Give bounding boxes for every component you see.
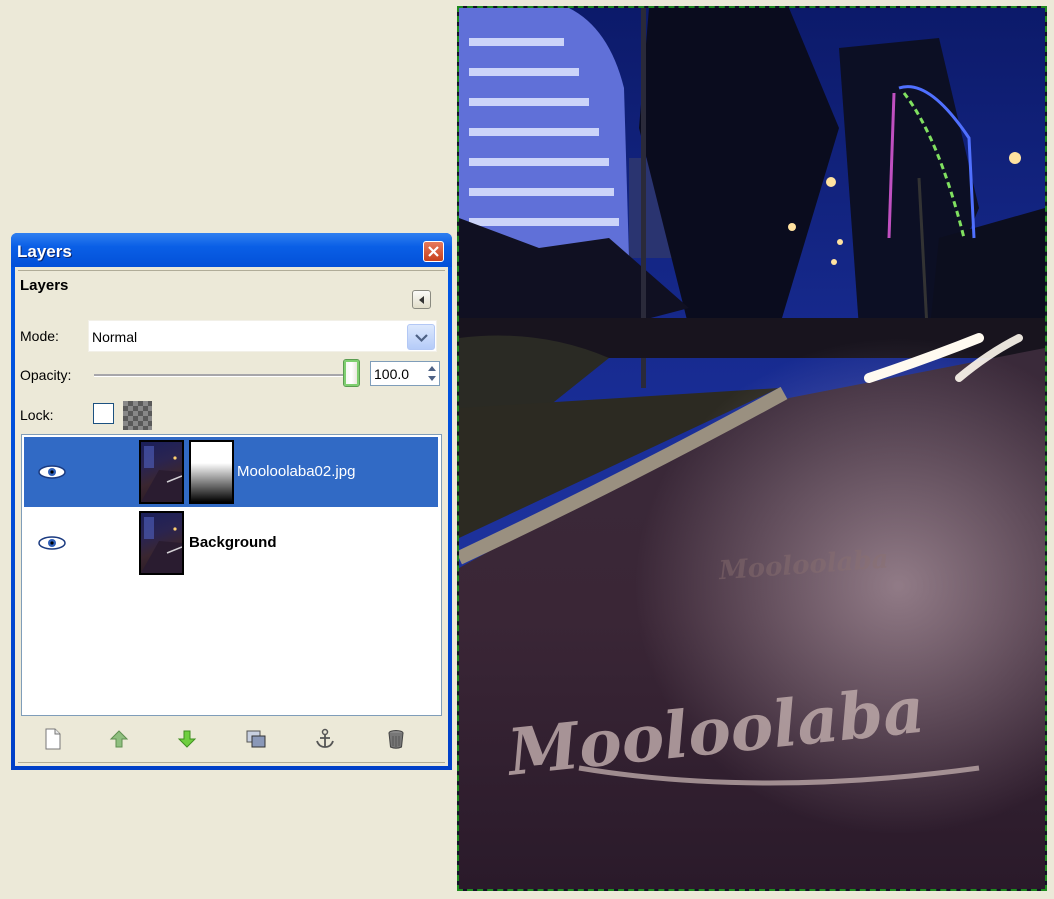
opacity-value: 100.0 <box>374 366 410 382</box>
panel-header: Layers <box>20 277 69 294</box>
new-layer-button[interactable] <box>39 725 67 753</box>
lock-pixels-checkbox[interactable] <box>93 403 114 424</box>
triangle-left-icon <box>419 296 424 304</box>
image-canvas[interactable]: Mooloolaba Mooloolaba <box>457 6 1047 891</box>
opacity-slider-track[interactable] <box>94 374 356 377</box>
anchor-icon <box>316 728 334 748</box>
duplicate-layer-button[interactable] <box>242 725 270 753</box>
layers-dialog: Layers Layers Mode: Normal Opacity: 100.… <box>11 233 452 770</box>
layers-toolbar <box>21 725 442 755</box>
dialog-body: Layers Mode: Normal Opacity: 100.0 Lock:… <box>15 267 448 766</box>
tab-menu-button[interactable] <box>412 290 431 309</box>
mode-label: Mode: <box>20 328 59 344</box>
opacity-label: Opacity: <box>20 367 72 383</box>
layer-row[interactable]: Background <box>24 508 438 578</box>
anchor-layer-button[interactable] <box>311 725 339 753</box>
duplicate-layer-icon <box>246 730 266 748</box>
raise-layer-button[interactable] <box>105 725 133 753</box>
layer-row[interactable]: Mooloolaba02.jpg <box>24 437 438 507</box>
header-divider <box>18 270 445 271</box>
chevron-down-icon <box>415 334 428 343</box>
lower-layer-icon <box>177 730 197 748</box>
footer-divider <box>18 762 445 763</box>
lower-layer-button[interactable] <box>173 725 201 753</box>
opacity-spinbox[interactable]: 100.0 <box>370 361 440 386</box>
layers-list[interactable]: Mooloolaba02.jpg Background <box>21 434 442 716</box>
raise-layer-icon <box>109 730 129 748</box>
trash-icon <box>388 730 404 749</box>
close-button[interactable] <box>423 241 444 262</box>
eye-icon[interactable] <box>37 464 67 480</box>
dialog-title: Layers <box>17 242 72 261</box>
opacity-slider-thumb[interactable] <box>343 359 360 387</box>
dialog-titlebar[interactable]: Layers <box>11 233 452 267</box>
layer-name: Background <box>189 534 277 551</box>
lock-label: Lock: <box>20 407 54 423</box>
layer-mask-thumbnail[interactable] <box>189 440 234 504</box>
night-street-photo: Mooloolaba Mooloolaba <box>459 8 1045 889</box>
mode-value: Normal <box>92 329 138 345</box>
layer-thumbnail <box>139 511 184 575</box>
mode-dropdown-button[interactable] <box>407 324 435 350</box>
eye-icon[interactable] <box>37 535 67 551</box>
layer-thumbnail <box>139 440 184 504</box>
spin-arrows-icon[interactable] <box>427 363 437 384</box>
close-icon <box>428 246 439 257</box>
new-layer-icon <box>45 728 61 750</box>
layer-name: Mooloolaba02.jpg <box>237 463 356 480</box>
lock-alpha-checkerboard-icon[interactable] <box>123 401 152 430</box>
delete-layer-button[interactable] <box>382 725 410 753</box>
mode-select[interactable]: Normal <box>88 320 437 352</box>
